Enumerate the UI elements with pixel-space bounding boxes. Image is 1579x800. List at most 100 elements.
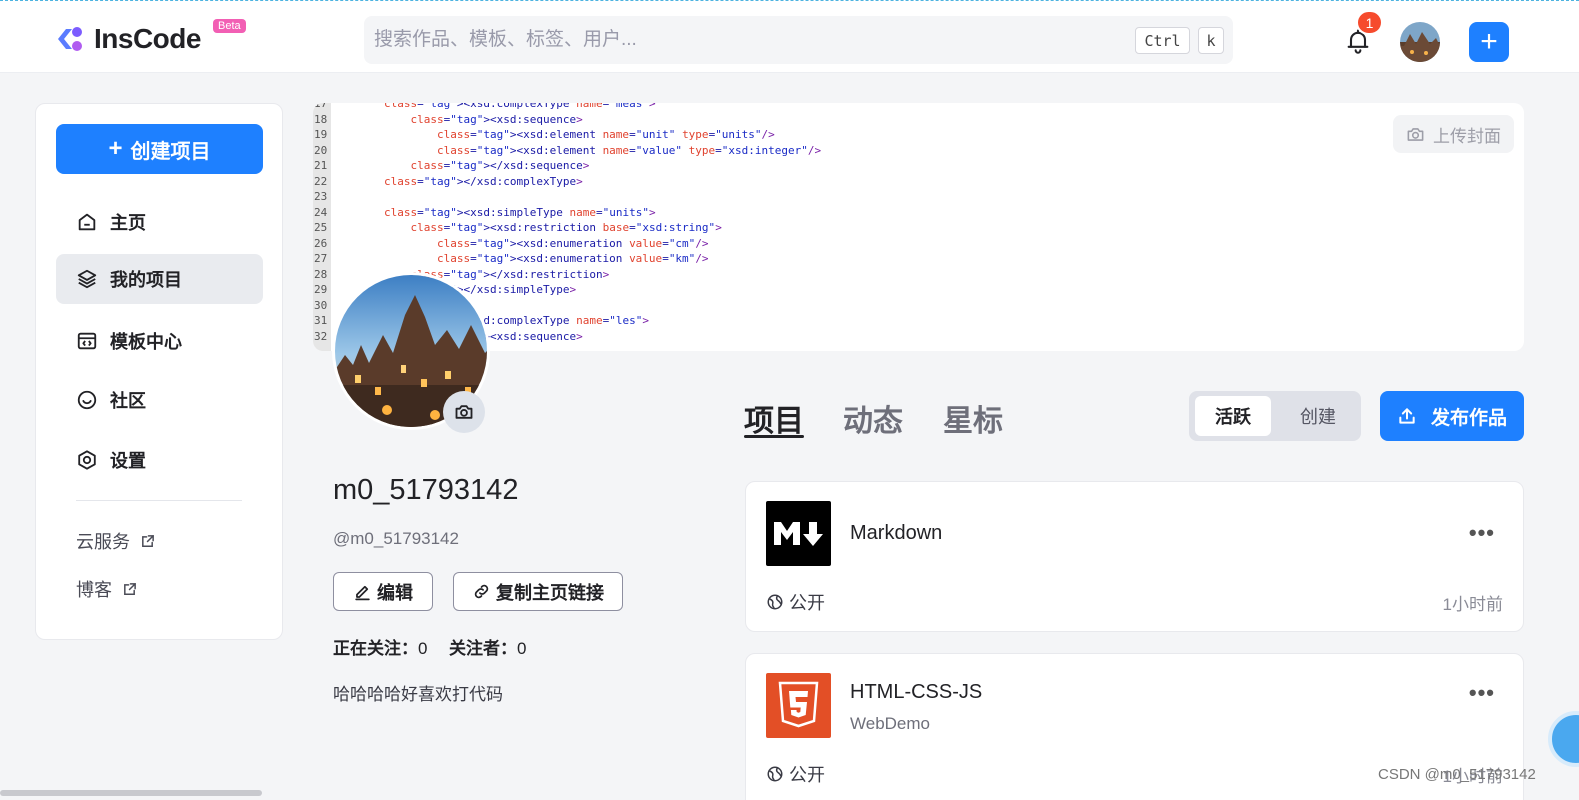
watermark: CSDN @m0_51793142 bbox=[1378, 766, 1536, 783]
shortcut-k-key: k bbox=[1198, 27, 1224, 54]
sort-created-option[interactable]: 创建 bbox=[1280, 396, 1356, 436]
project-title[interactable]: HTML-CSS-JS bbox=[850, 681, 982, 704]
blog-label: 博客 bbox=[76, 580, 112, 600]
sidebar-item-label: 主页 bbox=[110, 213, 146, 233]
markdown-icon bbox=[766, 501, 831, 566]
copy-profile-link-button[interactable]: 复制主页链接 bbox=[453, 572, 623, 611]
upload-icon bbox=[1399, 408, 1415, 424]
edit-profile-button[interactable]: 编辑 bbox=[333, 572, 433, 611]
sidebar-item-label: 设置 bbox=[110, 451, 146, 471]
sidebar-item-community[interactable]: 社区 bbox=[56, 375, 263, 425]
create-project-label: 创建项目 bbox=[130, 140, 211, 163]
sidebar-item-home[interactable]: 主页 bbox=[56, 197, 263, 247]
project-subtitle: WebDemo bbox=[850, 714, 930, 733]
user-avatar[interactable] bbox=[1400, 22, 1440, 62]
project-visibility: 公开 bbox=[766, 761, 825, 787]
code-line: 18 class="tag"><xsd:sequence> bbox=[314, 112, 583, 126]
profile-cover: 17 class="tag"><xsd:complexType name="me… bbox=[313, 103, 1524, 351]
profile-username: m0_51793142 bbox=[333, 474, 519, 506]
sidebar-item-label: 模板中心 bbox=[110, 332, 182, 352]
project-visibility: 公开 bbox=[766, 589, 825, 615]
inscode-logo-icon bbox=[52, 21, 88, 57]
shortcut-ctrl-key: Ctrl bbox=[1135, 27, 1190, 54]
sidebar-item-my-projects[interactable]: 我的项目 bbox=[56, 254, 263, 304]
tab-starred[interactable]: 星标 bbox=[943, 396, 1003, 440]
profile-bio: 哈哈哈哈好喜欢打代码 bbox=[333, 685, 503, 704]
globe-icon bbox=[767, 594, 783, 610]
layers-icon bbox=[77, 269, 97, 289]
visibility-label: 公开 bbox=[789, 765, 825, 785]
code-line: 21 class="tag"></xsd:sequence> bbox=[314, 159, 590, 172]
link-icon bbox=[474, 584, 489, 599]
change-avatar-button[interactable] bbox=[443, 391, 485, 433]
plus-icon: + bbox=[108, 135, 123, 162]
code-line: 20 class="tag"><xsd:element name="value"… bbox=[314, 143, 822, 157]
code-line: 23 bbox=[314, 190, 328, 203]
settings-icon bbox=[78, 450, 96, 470]
pencil-icon bbox=[355, 585, 370, 601]
code-line: 26 class="tag"><xsd:enumeration value="c… bbox=[314, 236, 709, 250]
cloud-service-link[interactable]: 云服务 bbox=[76, 528, 155, 554]
community-icon bbox=[77, 390, 97, 410]
home-icon bbox=[78, 213, 96, 231]
sidebar-item-label: 我的项目 bbox=[110, 270, 182, 290]
external-link-icon bbox=[124, 582, 136, 595]
followers-stat[interactable]: 关注者：0 bbox=[449, 634, 526, 659]
following-count: 0 bbox=[418, 639, 428, 658]
publish-work-label: 发布作品 bbox=[1430, 407, 1507, 429]
search-bar[interactable]: Ctrl k bbox=[364, 16, 1233, 64]
search-input[interactable] bbox=[374, 16, 1074, 64]
camera-icon bbox=[455, 405, 473, 419]
html5-icon bbox=[766, 673, 831, 738]
tab-projects[interactable]: 项目 bbox=[744, 396, 804, 440]
publish-work-button[interactable]: 发布作品 bbox=[1380, 391, 1524, 441]
more-options-icon[interactable]: ••• bbox=[1469, 680, 1495, 706]
external-link-icon bbox=[142, 534, 154, 547]
horizontal-scrollbar[interactable] bbox=[0, 790, 262, 796]
logo[interactable]: InsCode Beta bbox=[52, 19, 246, 57]
code-line: 28 class="tag"></xsd:restriction> bbox=[314, 267, 610, 281]
following-label: 正在关注： bbox=[333, 639, 418, 658]
project-time: 1小时前 bbox=[1442, 595, 1503, 614]
notification-badge: 1 bbox=[1356, 10, 1383, 35]
blog-link[interactable]: 博客 bbox=[76, 576, 137, 602]
sidebar-item-settings[interactable]: 设置 bbox=[56, 435, 263, 485]
top-bar: InsCode Beta Ctrl k 1 + bbox=[0, 0, 1579, 73]
camera-icon bbox=[1407, 127, 1424, 141]
sort-toggle: 活跃 创建 bbox=[1189, 391, 1361, 441]
sort-active-option[interactable]: 活跃 bbox=[1195, 396, 1271, 436]
code-line: 17 class="tag"><xsd:complexType name="me… bbox=[314, 103, 656, 110]
sidebar-item-label: 社区 bbox=[110, 391, 146, 411]
logo-text: InsCode bbox=[94, 23, 201, 54]
globe-icon bbox=[767, 766, 783, 782]
project-card[interactable]: Markdown ••• 公开 1小时前 bbox=[745, 481, 1524, 632]
code-line: 25 class="tag"><xsd:restriction base="xs… bbox=[314, 221, 722, 234]
profile-handle: @m0_51793142 bbox=[333, 529, 459, 548]
followers-label: 关注者： bbox=[449, 639, 517, 658]
floating-assistant-button[interactable] bbox=[1548, 711, 1579, 767]
tab-activity[interactable]: 动态 bbox=[843, 396, 903, 440]
beta-badge: Beta bbox=[213, 19, 246, 33]
code-line: 24 class="tag"><xsd:simpleType name="uni… bbox=[314, 205, 656, 219]
upload-cover-label: 上传封面 bbox=[1433, 126, 1501, 146]
code-line: 30 bbox=[314, 298, 328, 312]
edit-profile-label: 编辑 bbox=[377, 582, 413, 603]
create-project-button[interactable]: + 创建项目 bbox=[56, 124, 263, 174]
sidebar: + 创建项目 主页 我的项目 模板中心 社区 设置 云服务 博客 bbox=[35, 103, 283, 640]
upload-cover-button[interactable]: 上传封面 bbox=[1393, 115, 1514, 153]
followers-count: 0 bbox=[517, 639, 527, 658]
sidebar-item-templates[interactable]: 模板中心 bbox=[56, 316, 263, 366]
copy-profile-link-label: 复制主页链接 bbox=[496, 582, 604, 603]
code-line: 27 class="tag"><xsd:enumeration value="k… bbox=[314, 252, 709, 265]
template-icon bbox=[77, 332, 97, 350]
visibility-label: 公开 bbox=[789, 593, 825, 613]
more-options-icon[interactable]: ••• bbox=[1469, 520, 1495, 546]
cloud-service-label: 云服务 bbox=[76, 532, 130, 552]
active-tab-indicator bbox=[744, 435, 804, 438]
code-line: 19 class="tag"><xsd:element name="unit" … bbox=[314, 128, 775, 141]
code-line: 22 class="tag"></xsd:complexType> bbox=[314, 174, 583, 188]
project-title[interactable]: Markdown bbox=[850, 522, 942, 545]
following-stat[interactable]: 正在关注：0 bbox=[333, 634, 427, 659]
new-plus-button[interactable]: + bbox=[1469, 22, 1509, 62]
sidebar-divider bbox=[76, 500, 242, 501]
